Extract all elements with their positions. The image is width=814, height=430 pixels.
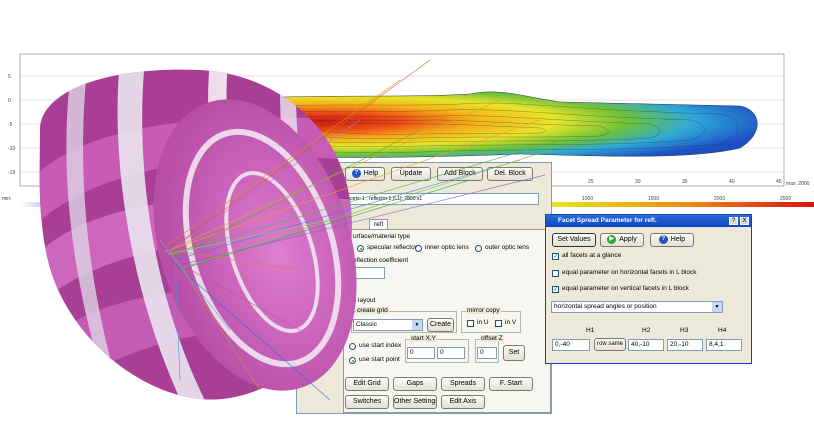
h3-value-input[interactable]: 20,-10	[667, 339, 703, 351]
column-h4: H4	[718, 327, 727, 334]
equal-vertical-label: equal parameter on vertical facets in L …	[562, 285, 689, 292]
h4-value-input[interactable]: 8,4,1	[706, 339, 742, 351]
set-values-button[interactable]: Set Values	[552, 233, 596, 247]
equal-vertical-checkbox[interactable]: ✓	[552, 286, 559, 293]
dialog-help-text-button[interactable]: ? Help	[650, 233, 694, 247]
row-same-button[interactable]: row same	[594, 338, 626, 351]
column-h3: H3	[680, 327, 689, 334]
dialog-title: Facet Spread Parameter for refl.	[558, 217, 657, 224]
help-icon: ?	[658, 234, 668, 244]
equal-horizontal-label: equal parameter on horizontal facets in …	[562, 269, 697, 276]
column-h1: H1	[586, 327, 595, 334]
all-facets-label: all facets at a glance	[562, 252, 622, 259]
dialog-close-button[interactable]: X	[740, 217, 749, 225]
facet-spread-dialog: Facet Spread Parameter for refl. ? X Set…	[545, 214, 752, 364]
dialog-title-bar: Facet Spread Parameter for refl.	[546, 215, 751, 227]
apply-icon: ▶	[607, 234, 617, 244]
apply-button[interactable]: ▶ Apply	[600, 233, 644, 247]
all-facets-checkbox[interactable]: ✓	[552, 253, 559, 260]
h2-value-input[interactable]: 40,-10	[628, 339, 664, 351]
equal-horizontal-checkbox[interactable]	[552, 270, 559, 277]
h1-value-input[interactable]: 0,-40	[552, 339, 590, 351]
spread-mode-select[interactable]: horizontal spread angles or position ▼	[551, 301, 723, 313]
dialog-help-button[interactable]: ?	[729, 217, 738, 225]
column-h2: H2	[642, 327, 651, 334]
chevron-down-icon: ▼	[712, 302, 722, 312]
